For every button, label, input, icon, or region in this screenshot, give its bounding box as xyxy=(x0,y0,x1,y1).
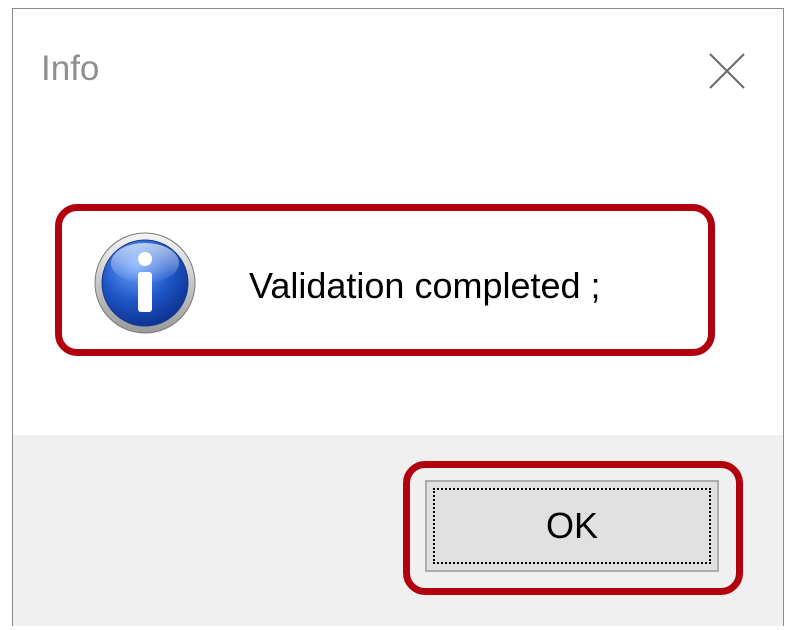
message-text: Validation completed ; xyxy=(249,265,601,306)
title-bar: Info xyxy=(13,9,783,119)
close-button[interactable] xyxy=(707,51,747,91)
dialog-footer: OK xyxy=(13,435,783,626)
ok-button[interactable]: OK xyxy=(425,480,719,572)
dialog-title: Info xyxy=(41,49,100,88)
info-dialog: Info Validation completed ; OK xyxy=(12,8,784,626)
ok-button-label: OK xyxy=(545,505,598,546)
dialog-content: Validation completed ; xyxy=(13,119,783,435)
close-icon xyxy=(709,53,745,89)
info-icon xyxy=(94,232,196,334)
